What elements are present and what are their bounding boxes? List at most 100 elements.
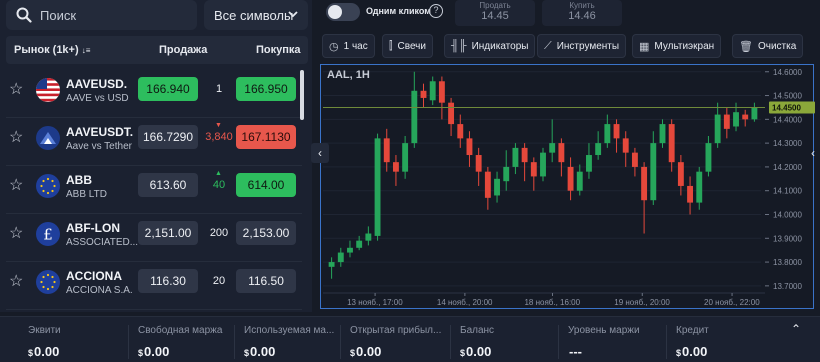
col-market-header[interactable]: Рынок (1k+) ↓≡ (14, 44, 90, 56)
stat-value: $0.00 (676, 344, 772, 359)
candle-body (742, 114, 749, 120)
sell-price-button[interactable]: 166.940 (138, 77, 198, 101)
chevron-down-icon (288, 11, 298, 18)
candle-body (631, 152, 638, 167)
candle-body (530, 162, 537, 177)
y-tick-label: 13.8000 (773, 258, 802, 267)
one-click-toggle[interactable] (326, 3, 360, 21)
market-row[interactable]: ☆ AAVEUSD. AAVE vs USD 166.940 1 166.950 (6, 70, 302, 118)
multiscreen-button[interactable]: ▦ Мультиэкран (632, 34, 722, 58)
symbol-name: AAVEUSD. (66, 77, 128, 91)
price-chart[interactable]: 14.6000 14.5000 14.4000 14.3000 14.2000 14.10… (320, 64, 815, 309)
market-row[interactable]: ☆ ABB ABB LTD 613.60 ▲ 40 614.00 (6, 166, 302, 214)
timeframe-button[interactable]: ◷ 1 час (322, 34, 375, 58)
col-buy-header: Покупка (256, 44, 301, 56)
clear-label: Очистка (757, 40, 797, 52)
candle-body (347, 247, 353, 253)
instruments-button[interactable]: ⟋ Инструменты (537, 34, 627, 58)
sort-icon[interactable]: ↓≡ (82, 46, 91, 55)
y-tick-label: 13.7000 (773, 282, 802, 291)
buy-price-button[interactable]: 116.50 (236, 269, 296, 293)
sell-price-button[interactable]: 116.30 (138, 269, 198, 293)
stat-label: Баланс (460, 325, 495, 336)
sell-label: Продать (479, 1, 511, 10)
stat-amount: 0.00 (34, 344, 60, 359)
favorite-star-icon[interactable]: ☆ (9, 82, 23, 98)
candle-body (549, 143, 556, 153)
indicators-button[interactable]: ╢╟ Индикаторы (444, 34, 536, 58)
account-summary-bar: Эквити $0.00 Свободная маржа $0.00 Используе… (0, 316, 820, 362)
stat-divider (128, 325, 129, 359)
buy-button[interactable]: Купить 14.46 (542, 0, 622, 26)
spread-value: 40 (212, 179, 226, 191)
candle-body (457, 124, 464, 139)
y-tick-label: 14.0000 (773, 210, 802, 219)
stat-label: Эквити (28, 325, 61, 336)
eu-flag-icon (36, 270, 60, 294)
sell-price-button[interactable]: 166.7290 (138, 125, 198, 149)
buy-price-button[interactable]: 166.950 (236, 77, 296, 101)
scrollbar[interactable] (300, 70, 304, 120)
search-input[interactable]: Поиск (40, 8, 76, 23)
market-row[interactable]: ☆ £ ABF-LON ASSOCIATED... 2,151.00 200 2,153.0… (6, 214, 302, 262)
candle-body (484, 171, 491, 198)
favorite-star-icon[interactable]: ☆ (9, 178, 23, 194)
chart-type-button[interactable]: ⫿ Свечи (382, 34, 433, 58)
candle-body (337, 252, 344, 263)
favorite-star-icon[interactable]: ☆ (9, 274, 23, 290)
sell-price-button[interactable]: 2,151.00 (138, 221, 198, 245)
instruments-icon: ⟋ (544, 39, 552, 52)
candle-body (705, 143, 712, 172)
symbols-filter-select[interactable]: Все символы (204, 0, 308, 30)
symbol-description: ABB LTD (66, 189, 107, 200)
candlestick-chart: 14.6000 14.5000 14.4000 14.3000 14.2000 14.10… (323, 68, 815, 307)
account-stat: Уровень маржи --- (568, 325, 664, 359)
current-price-label: 14.4500 (772, 103, 801, 112)
clear-button[interactable]: 🗑 Очистка (732, 34, 804, 58)
candle-body (613, 124, 620, 139)
candle-body (392, 162, 399, 172)
symbol-description: ACCIONA S.A. (66, 285, 133, 296)
sell-price-button[interactable]: 613.60 (138, 173, 198, 197)
spread-value: 3,840 (205, 131, 233, 143)
candle-body (696, 171, 703, 203)
help-icon[interactable]: ? (429, 4, 443, 18)
buy-price-button[interactable]: 614.00 (236, 173, 296, 197)
sell-button[interactable]: Продать 14.45 (455, 0, 535, 26)
x-tick-label: 14 нояб., 20:00 (437, 298, 493, 307)
account-stat: Кредит $0.00 (676, 325, 772, 359)
y-tick-label: 14.4000 (773, 115, 802, 124)
x-tick-label: 13 нояб., 17:00 (347, 298, 403, 307)
market-row[interactable]: ☆ AAVEUSDT. Aave vs Tether 166.7290 ▼ 3,840 16… (6, 118, 302, 166)
collapse-panel-button[interactable]: ‹ (311, 143, 329, 163)
search-box[interactable]: Поиск (6, 0, 197, 30)
buy-label: Купить (569, 1, 595, 10)
candle-body (540, 152, 546, 177)
favorite-star-icon[interactable]: ☆ (9, 226, 23, 242)
favorite-star-icon[interactable]: ☆ (9, 130, 23, 146)
spread-value: 200 (209, 227, 229, 239)
stat-label: Открытая прибыл... (350, 325, 442, 336)
buy-price: 14.46 (568, 10, 596, 22)
account-stat: Свободная маржа $0.00 (138, 325, 234, 359)
candle-body (494, 178, 500, 196)
buy-price-button[interactable]: 2,153.00 (236, 221, 296, 245)
candle-body (687, 185, 694, 203)
indicators-icon: ╢╟ (451, 40, 467, 52)
trading-app: Поиск Все символы Рынок (1k+) ↓≡ Продажа… (0, 0, 820, 362)
candle-body (751, 107, 758, 120)
candle-body (604, 124, 611, 144)
stat-currency: $ (676, 348, 682, 358)
chart-type-label: Свечи (397, 40, 426, 52)
stat-value: --- (568, 344, 664, 359)
market-row[interactable]: ☆ ACCIONA ACCIONA S.A. 116.30 20 116.50 (6, 262, 302, 310)
stat-amount: --- (569, 344, 582, 359)
expand-panel-button[interactable]: ‹ (811, 143, 820, 163)
candle-body (411, 90, 418, 144)
stat-value: $0.00 (350, 344, 446, 359)
chevron-up-icon[interactable]: ⌃ (791, 322, 801, 336)
candle-body (733, 112, 739, 127)
buy-price-button[interactable]: 167.1130 (236, 125, 296, 149)
candle-body (586, 155, 592, 172)
candle-body (420, 90, 427, 98)
